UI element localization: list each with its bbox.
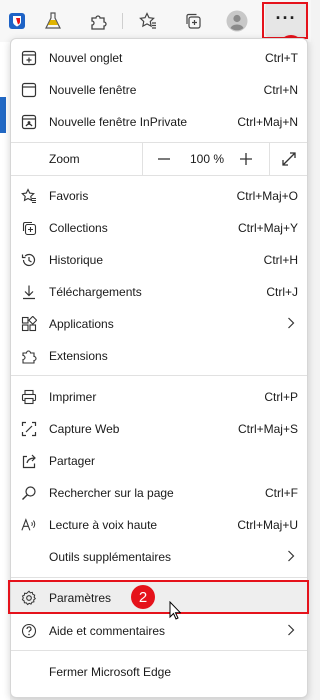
extension-shield-icon[interactable] (4, 8, 30, 34)
menu-item-help-feedback[interactable]: Aide et commentaires (11, 615, 307, 647)
menu-item-read-aloud[interactable]: Lecture à voix haute Ctrl+Maj+U (11, 509, 307, 541)
menu-item-label: Nouvel onglet (49, 51, 123, 65)
chevron-right-icon (287, 317, 295, 332)
menu-item-history[interactable]: Historique Ctrl+H (11, 244, 307, 276)
help-icon (21, 623, 37, 639)
favorites-star-icon[interactable] (135, 8, 161, 34)
zoom-value: 100 % (189, 152, 225, 166)
menu-item-label: Capture Web (49, 422, 120, 436)
chevron-right-icon (287, 624, 295, 639)
menu-item-print[interactable]: Imprimer Ctrl+P (11, 381, 307, 413)
menu-divider (11, 175, 307, 176)
menu-item-downloads[interactable]: Téléchargements Ctrl+J (11, 276, 307, 308)
flask-icon[interactable] (40, 8, 66, 34)
menu-item-shortcut: Ctrl+Maj+U (237, 518, 298, 532)
menu-item-shortcut: Ctrl+Maj+S (237, 422, 298, 436)
menu-item-label: Rechercher sur la page (49, 486, 174, 500)
menu-item-shortcut: Ctrl+N (263, 83, 298, 97)
fullscreen-button[interactable] (279, 149, 299, 169)
menu-item-favorites[interactable]: Favoris Ctrl+Maj+O (11, 180, 307, 212)
menu-item-label: Applications (49, 317, 114, 331)
menu-item-close-edge[interactable]: Fermer Microsoft Edge (11, 656, 307, 688)
share-icon (21, 453, 37, 469)
menu-divider (11, 577, 307, 578)
collections-menu-icon (21, 220, 37, 236)
menu-item-shortcut: Ctrl+F (265, 486, 298, 500)
step-badge-2: 2 (131, 585, 155, 609)
read-aloud-icon (21, 517, 37, 533)
page-accent-block (0, 97, 6, 133)
menu-item-label: Fermer Microsoft Edge (49, 665, 172, 679)
menu-item-label: Téléchargements (49, 285, 142, 299)
profile-avatar-icon[interactable] (224, 8, 250, 34)
zoom-label: Zoom (49, 152, 80, 166)
zoom-separator (142, 143, 143, 175)
find-icon (21, 485, 37, 501)
zoom-separator (269, 143, 270, 175)
menu-item-web-capture[interactable]: Capture Web Ctrl+Maj+S (11, 413, 307, 445)
puzzle-icon[interactable] (85, 8, 111, 34)
mouse-pointer-icon (169, 600, 182, 623)
menu-item-shortcut: Ctrl+Maj+N (237, 115, 298, 129)
chevron-right-icon (287, 550, 295, 565)
menu-item-new-window[interactable]: Nouvelle fenêtre Ctrl+N (11, 74, 307, 106)
menu-item-label: Collections (49, 221, 108, 235)
new-tab-icon (21, 50, 37, 66)
menu-item-extensions[interactable]: Extensions (11, 340, 307, 372)
menu-item-label: Nouvelle fenêtre (49, 83, 137, 97)
menu-item-shortcut: Ctrl+H (263, 253, 298, 267)
menu-item-share[interactable]: Partager (11, 445, 307, 477)
menu-item-label: Outils supplémentaires (49, 550, 172, 564)
menu-item-label: Lecture à voix haute (49, 518, 158, 532)
menu-item-label: Aide et commentaires (49, 624, 166, 638)
menu-item-shortcut: Ctrl+Maj+Y (237, 221, 298, 235)
menu-item-shortcut: Ctrl+Maj+O (236, 189, 298, 203)
menu-item-label: Historique (49, 253, 104, 267)
menu-item-shortcut: Ctrl+P (264, 390, 298, 404)
new-window-icon (21, 82, 37, 98)
web-capture-icon (21, 421, 37, 437)
zoom-in-button[interactable] (236, 149, 256, 169)
download-icon (21, 284, 37, 300)
menu-item-find-on-page[interactable]: Rechercher sur la page Ctrl+F (11, 477, 307, 509)
menu-item-label: Imprimer (49, 390, 97, 404)
menu-item-new-tab[interactable]: Nouvel onglet Ctrl+T (11, 42, 307, 74)
highlight-box-more-button (262, 2, 308, 39)
menu-item-more-tools[interactable]: Outils supplémentaires (11, 541, 307, 573)
inprivate-icon (21, 114, 37, 130)
menu-item-shortcut: Ctrl+J (266, 285, 298, 299)
menu-item-label: Nouvelle fenêtre InPrivate (49, 115, 188, 129)
printer-icon (21, 389, 37, 405)
menu-item-applications[interactable]: Applications (11, 308, 307, 340)
menu-divider (11, 650, 307, 651)
apps-grid-icon (21, 316, 37, 332)
favorites-icon (21, 188, 37, 204)
highlight-box-settings (8, 580, 309, 614)
zoom-out-button[interactable] (154, 149, 174, 169)
toolbar-separator (122, 13, 123, 29)
menu-item-new-inprivate-window[interactable]: Nouvelle fenêtre InPrivate Ctrl+Maj+N (11, 106, 307, 138)
menu-item-shortcut: Ctrl+T (265, 51, 298, 65)
menu-item-label: Favoris (49, 189, 89, 203)
zoom-control: Zoom 100 % (11, 143, 307, 175)
menu-item-label: Partager (49, 454, 96, 468)
history-icon (21, 252, 37, 268)
menu-item-label: Extensions (49, 349, 108, 363)
menu-divider (11, 375, 307, 376)
collections-icon[interactable] (180, 8, 206, 34)
menu-item-collections[interactable]: Collections Ctrl+Maj+Y (11, 212, 307, 244)
extensions-puzzle-icon (21, 348, 37, 364)
